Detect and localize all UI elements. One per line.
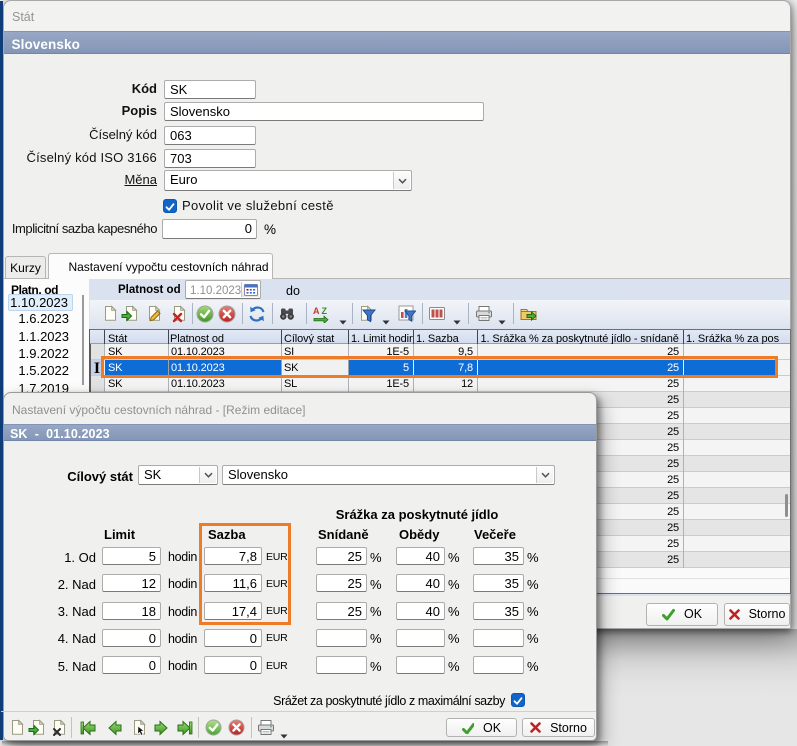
svg-text:A: A	[313, 306, 320, 316]
svg-text:Z: Z	[322, 306, 328, 316]
